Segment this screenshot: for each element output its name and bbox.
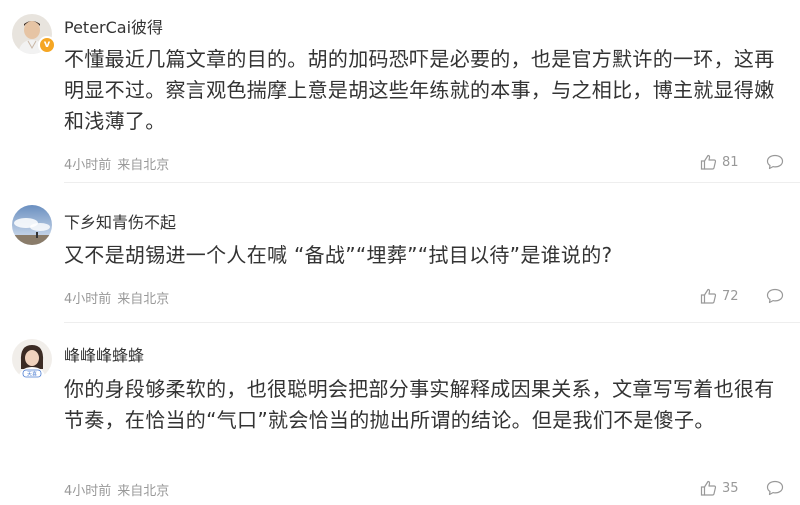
verified-badge-icon: v (38, 36, 56, 54)
comment-text: 又不是胡锡进一个人在喊 “备战”“埋葬”“拭目以待”是谁说的? (64, 243, 613, 267)
comment-meta: 4小时前 来自北京 (64, 288, 169, 307)
username[interactable]: PeterCai彼得 (64, 14, 163, 38)
comment-location: 来自北京 (117, 292, 170, 307)
comment-actions: 72 (700, 286, 784, 306)
like-button[interactable]: 35 (700, 480, 744, 496)
comment-bubble-icon (766, 154, 784, 170)
comment-item: v PeterCai彼得 不懂最近几篇文章的目的。胡的加码恐吓是必要的，也是官方… (0, 0, 800, 183)
comment-location: 来自北京 (117, 484, 170, 499)
female-portrait-avatar-icon: 天喜 (12, 339, 52, 379)
comment-bubble-icon (766, 288, 784, 304)
comment-meta: 4小时前 来自北京 (64, 480, 169, 499)
reply-button[interactable] (766, 288, 784, 304)
comment-time: 4小时前 (64, 292, 112, 307)
thumbs-up-icon (700, 480, 717, 496)
sky-landscape-avatar-icon (12, 205, 52, 245)
reply-button[interactable] (766, 154, 784, 170)
user-avatar[interactable] (12, 205, 52, 245)
comment-actions: 81 (700, 152, 784, 172)
like-button[interactable]: 81 (700, 154, 744, 170)
like-count: 81 (722, 154, 739, 170)
comment-time: 4小时前 (64, 484, 112, 499)
comment-bubble-icon (766, 480, 784, 496)
thumbs-up-icon (700, 288, 717, 304)
comment-location: 来自北京 (117, 158, 170, 173)
comment-item: 下乡知青伤不起 又不是胡锡进一个人在喊 “备战”“埋葬”“拭目以待”是谁说的? … (0, 183, 800, 323)
like-count: 72 (722, 288, 739, 304)
comment-actions: 35 (700, 478, 784, 498)
user-avatar[interactable]: 天喜 (12, 339, 52, 379)
username[interactable]: 峰峰峰蜂蜂 (64, 342, 144, 366)
reply-button[interactable] (766, 480, 784, 496)
comment-text: 你的身段够柔软的，也很聪明会把部分事实解释成因果关系，文章写写着也很有节奏，在恰… (64, 377, 775, 432)
avatar-badge-text: 天喜 (27, 371, 37, 378)
comment-item: 天喜 峰峰峰蜂蜂 你的身段够柔软的，也很聪明会把部分事实解释成因果关系，文章写写… (0, 323, 800, 505)
comment-time: 4小时前 (64, 158, 112, 173)
like-button[interactable]: 72 (700, 288, 744, 304)
comment-text: 不懂最近几篇文章的目的。胡的加码恐吓是必要的，也是官方默许的一环，这再明显不过。… (64, 47, 775, 133)
username[interactable]: 下乡知青伤不起 (64, 209, 176, 233)
comment-meta: 4小时前 来自北京 (64, 154, 169, 173)
like-count: 35 (722, 480, 739, 496)
thumbs-up-icon (700, 154, 717, 170)
